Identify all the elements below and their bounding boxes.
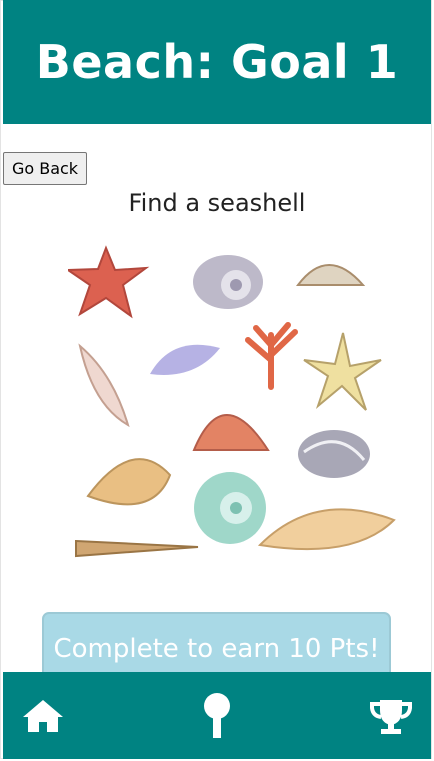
go-back-button[interactable]: Go Back xyxy=(3,152,87,185)
nav-achievements[interactable] xyxy=(351,686,431,746)
seashells-image xyxy=(68,245,396,558)
trophy-icon xyxy=(370,699,412,734)
nav-map[interactable] xyxy=(177,686,257,746)
nav-home[interactable] xyxy=(3,686,83,746)
goal-prompt: Find a seashell xyxy=(128,189,306,217)
page-header: Beach: Goal 1 xyxy=(3,0,431,124)
bottom-nav xyxy=(3,672,431,759)
page-title: Beach: Goal 1 xyxy=(35,35,399,89)
home-icon xyxy=(23,699,63,732)
pin-icon xyxy=(204,692,230,738)
